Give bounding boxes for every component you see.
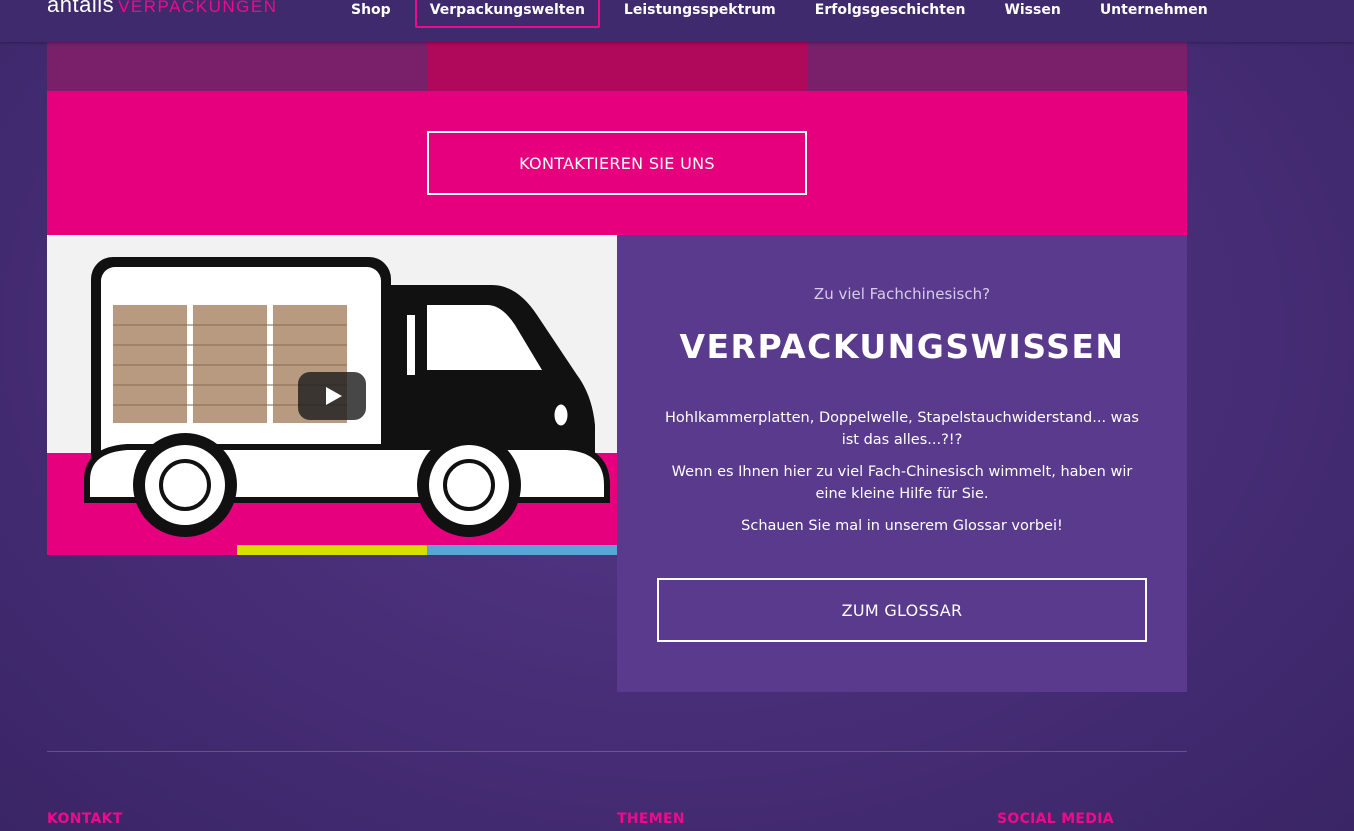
play-button[interactable]	[298, 372, 366, 420]
nav-item-verpackungswelten[interactable]: Verpackungswelten	[414, 0, 600, 28]
antalis-logo[interactable]: antalis VERPACKUNGEN	[47, 0, 277, 22]
category-tile[interactable]	[47, 42, 427, 91]
wissen-subtitle: Zu viel Fachchinesisch?	[813, 285, 991, 303]
glossary-button[interactable]: ZUM GLOSSAR	[657, 578, 1147, 642]
footer-divider	[47, 751, 1187, 752]
video-player[interactable]	[47, 235, 617, 555]
nav-item-wissen[interactable]: Wissen	[989, 0, 1075, 28]
footer-heading-themen: THEMEN	[617, 811, 685, 827]
contact-cta-band: KONTAKTIEREN SIE UNS	[47, 91, 1187, 235]
nav-item-shop[interactable]: Shop	[336, 0, 406, 28]
footer-heading-social-media: SOCIAL MEDIA	[997, 811, 1114, 827]
nav-item-leistungsspektrum[interactable]: Leistungsspektrum	[609, 0, 791, 28]
category-tile[interactable]	[807, 42, 1187, 91]
footer-heading-kontakt: KONTAKT	[47, 811, 123, 827]
contact-button[interactable]: KONTAKTIEREN SIE UNS	[427, 131, 807, 195]
wissen-panel: Zu viel Fachchinesisch? VERPACKUNGSWISSE…	[617, 235, 1187, 692]
top-navigation-bar: antalis VERPACKUNGEN Shop Verpackungswel…	[0, 0, 1354, 42]
category-tiles-bottom	[47, 42, 1187, 91]
wissen-heading: VERPACKUNGSWISSEN	[679, 327, 1125, 366]
logo-suffix: VERPACKUNGEN	[118, 0, 278, 16]
wissen-paragraph-2: Wenn es Ihnen hier zu viel Fach-Chinesis…	[671, 464, 1133, 502]
category-tile[interactable]	[427, 42, 807, 91]
nav-item-erfolgsgeschichten[interactable]: Erfolgsgeschichten	[800, 0, 981, 28]
nav-item-unternehmen[interactable]: Unternehmen	[1085, 0, 1223, 28]
logo-text: antalis	[47, 0, 115, 17]
wissen-paragraph-3: Schauen Sie mal in unserem Glossar vorbe…	[741, 518, 1063, 534]
play-icon	[326, 387, 342, 405]
main-nav: Shop Verpackungswelten Leistungsspektrum…	[336, 0, 1232, 28]
wissen-paragraph-1: Hohlkammerplatten, Doppelwelle, Stapelst…	[665, 410, 1139, 448]
